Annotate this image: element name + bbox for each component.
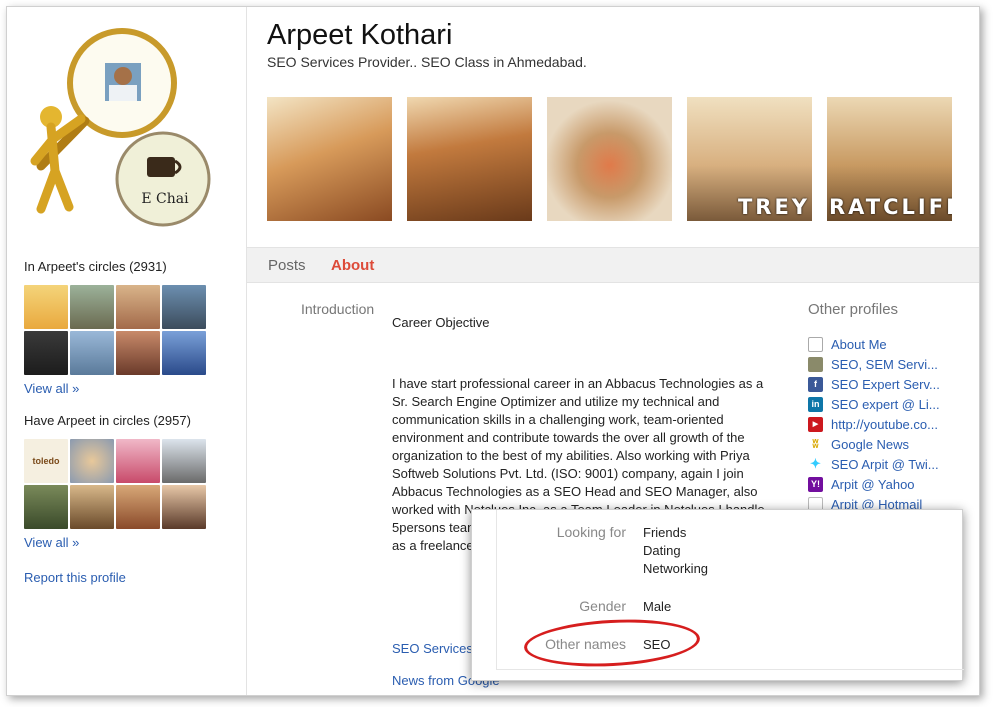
other-profile-link[interactable]: About Me <box>808 334 978 354</box>
have-in-circles-view-all-link[interactable]: View all » <box>24 535 79 550</box>
tab-posts[interactable]: Posts <box>268 257 306 274</box>
circle-avatar[interactable] <box>70 285 114 329</box>
career-objective-heading: Career Objective <box>392 315 490 330</box>
circle-avatar[interactable] <box>70 485 114 529</box>
facebook-icon: f <box>808 376 823 392</box>
svg-text:E Chai: E Chai <box>141 191 189 207</box>
scrapbook-photo[interactable] <box>407 97 532 221</box>
tab-about[interactable]: About <box>331 257 374 274</box>
other-profile-link[interactable]: f SEO Expert Serv... <box>808 374 978 394</box>
circle-avatar[interactable] <box>24 485 68 529</box>
profile-window: E Chai In Arpeet's circles (2931) View a… <box>6 6 980 696</box>
twitter-icon: ✦ <box>808 456 823 472</box>
looking-for-label: Looking for <box>556 524 626 540</box>
profile-avatar[interactable]: E Chai <box>21 21 231 231</box>
photo-caption: TREY <box>737 195 810 219</box>
circle-avatar[interactable] <box>24 285 68 329</box>
gender-value: Male <box>643 599 672 614</box>
scrapbook-photo[interactable]: TREY <box>687 97 812 221</box>
youtube-icon: ▶ <box>808 416 823 432</box>
in-circles-title: In Arpeet's circles (2931) <box>24 259 167 274</box>
circle-avatar[interactable]: toledo <box>24 439 68 483</box>
scrapbook-photo[interactable]: RATCLIFF <box>827 97 952 221</box>
in-circles-grid <box>24 285 208 375</box>
left-column: E Chai In Arpeet's circles (2931) View a… <box>7 7 247 695</box>
circle-avatar[interactable] <box>70 331 114 375</box>
report-profile-link[interactable]: Report this profile <box>24 570 126 585</box>
circle-avatar[interactable] <box>116 439 160 483</box>
circle-avatar[interactable] <box>162 285 206 329</box>
scrapbook-photo[interactable] <box>547 97 672 221</box>
circle-avatar[interactable] <box>116 331 160 375</box>
other-profile-link[interactable]: Y! Arpit @ Yahoo <box>808 474 978 494</box>
other-profile-link[interactable]: in SEO expert @ Li... <box>808 394 978 414</box>
google-news-icon: ʬ <box>808 436 823 452</box>
linkedin-icon: in <box>808 396 823 412</box>
in-circles-view-all-link[interactable]: View all » <box>24 381 79 396</box>
scrapbook-photo[interactable] <box>267 97 392 221</box>
other-profiles-title: Other profiles <box>808 301 899 318</box>
other-profiles-list: About Me SEO, SEM Servi... f SEO Expert … <box>808 334 978 514</box>
profile-details-zoom: Looking for Friends Dating Networking Ge… <box>471 509 964 681</box>
looking-for-value: Friends <box>643 525 687 540</box>
circle-avatar[interactable] <box>116 285 160 329</box>
photo-caption: RATCLIFF <box>829 195 952 219</box>
looking-for-value: Dating <box>643 543 681 558</box>
site-icon <box>808 356 823 372</box>
circle-avatar[interactable] <box>70 439 114 483</box>
profile-name: Arpeet Kothari <box>267 19 453 51</box>
other-profile-link[interactable]: SEO, SEM Servi... <box>808 354 978 374</box>
seo-services-link[interactable]: SEO Services <box>392 641 473 656</box>
introduction-label: Introduction <box>301 301 375 317</box>
looking-for-value: Networking <box>643 561 709 576</box>
circle-avatar[interactable] <box>162 439 206 483</box>
profile-tagline: SEO Services Provider.. SEO Class in Ahm… <box>267 54 587 70</box>
have-in-circles-grid: toledo <box>24 439 208 529</box>
gender-label: Gender <box>579 598 626 614</box>
have-in-circles-title: Have Arpeet in circles (2957) <box>24 413 191 428</box>
scrapbook-photos: TREY RATCLIFF <box>267 97 957 221</box>
yahoo-icon: Y! <box>808 476 823 492</box>
circle-avatar[interactable] <box>162 331 206 375</box>
profile-tabs: Posts About <box>247 247 979 283</box>
circle-avatar[interactable] <box>24 331 68 375</box>
circle-avatar[interactable] <box>162 485 206 529</box>
other-profile-link[interactable]: ▶ http://youtube.co... <box>808 414 978 434</box>
page-icon <box>808 336 823 352</box>
other-profile-link[interactable]: ✦ SEO Arpit @ Twi... <box>808 454 978 474</box>
other-profile-link[interactable]: ʬ Google News <box>808 434 978 454</box>
circle-avatar[interactable] <box>116 485 160 529</box>
